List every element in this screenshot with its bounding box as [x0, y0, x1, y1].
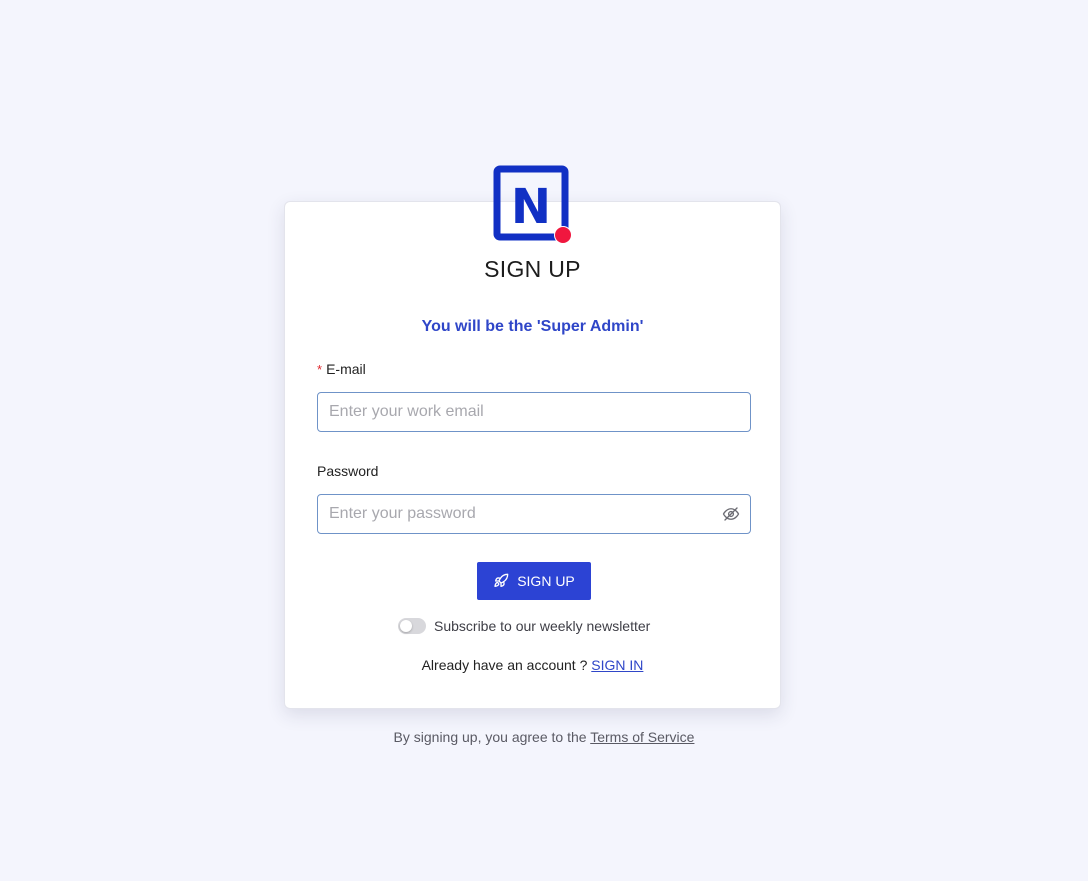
signup-card: SIGN UP You will be the 'Super Admin' * E… [284, 201, 781, 709]
email-field[interactable] [318, 393, 720, 431]
signin-prompt-row: Already have an account ? SIGN IN [285, 657, 780, 673]
n-logo-icon: N [493, 165, 572, 244]
terms-notice: By signing up, you agree to the Terms of… [0, 729, 1088, 745]
signup-button[interactable]: SIGN UP [477, 562, 591, 600]
password-field-wrapper [317, 494, 751, 534]
newsletter-toggle[interactable] [398, 618, 426, 634]
required-mark: * [317, 362, 323, 377]
email-label: * E-mail [317, 361, 366, 377]
email-field-wrapper [317, 392, 751, 432]
eye-slash-icon[interactable] [722, 505, 740, 523]
signin-prompt: Already have an account ? [421, 657, 588, 673]
signup-page: N SIGN UP You will be the 'Super Admin' … [0, 0, 1088, 881]
page-title: SIGN UP [484, 256, 581, 282]
terms-of-service-link[interactable]: Terms of Service [590, 729, 694, 745]
password-label: Password [317, 463, 379, 479]
signup-button-label: SIGN UP [517, 573, 575, 589]
password-field[interactable] [318, 495, 720, 533]
super-admin-notice: You will be the 'Super Admin' [421, 318, 644, 335]
toggle-knob [400, 620, 412, 632]
rocket-icon [494, 573, 509, 587]
signin-link[interactable]: SIGN IN [591, 657, 643, 673]
newsletter-label: Subscribe to our weekly newsletter [434, 618, 651, 634]
svg-text:N: N [511, 179, 551, 235]
newsletter-row: Subscribe to our weekly newsletter [398, 618, 650, 634]
email-label-text: E-mail [326, 361, 366, 377]
terms-prefix: By signing up, you agree to the [393, 729, 587, 745]
